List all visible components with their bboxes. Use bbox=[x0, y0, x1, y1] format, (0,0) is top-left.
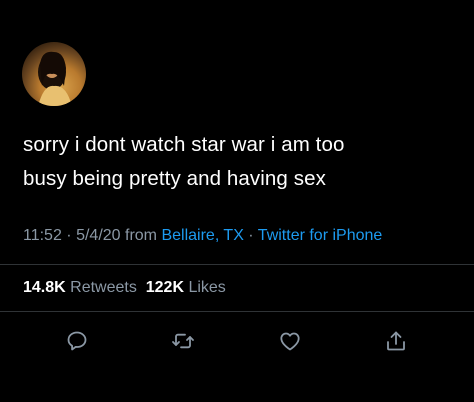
divider bbox=[0, 264, 474, 265]
tweet-text-line-2: busy being pretty and having sex bbox=[23, 167, 326, 190]
retweets-count: 14.8K bbox=[23, 279, 66, 296]
tweet-time[interactable]: 11:52 bbox=[23, 227, 62, 244]
reply-icon bbox=[67, 331, 87, 351]
engagement-stats: 14.8K Retweets 122K Likes bbox=[23, 279, 226, 297]
divider bbox=[0, 311, 474, 312]
retweets-stat[interactable]: 14.8K Retweets bbox=[23, 279, 137, 296]
likes-count: 122K bbox=[145, 279, 184, 296]
avatar-image bbox=[38, 51, 72, 106]
share-button[interactable] bbox=[381, 326, 411, 356]
like-icon bbox=[280, 332, 300, 351]
action-bar bbox=[0, 326, 474, 356]
retweets-label: Retweets bbox=[70, 279, 137, 296]
from-label: from bbox=[120, 227, 162, 244]
reply-button[interactable] bbox=[62, 326, 92, 356]
like-button[interactable] bbox=[275, 326, 305, 356]
tweet-text-line-1: sorry i dont watch star war i am too bbox=[23, 133, 345, 156]
location-link[interactable]: Bellaire, TX bbox=[161, 227, 243, 244]
likes-stat[interactable]: 122K Likes bbox=[146, 279, 226, 296]
avatar[interactable] bbox=[22, 42, 86, 106]
tweet-text: sorry i dont watch star war i am too bus… bbox=[23, 128, 453, 196]
separator: · bbox=[61, 227, 77, 244]
source-link[interactable]: Twitter for iPhone bbox=[258, 227, 383, 244]
tweet-date[interactable]: 5/4/20 bbox=[76, 227, 120, 244]
retweet-button[interactable] bbox=[168, 326, 198, 356]
separator: · bbox=[243, 227, 258, 244]
likes-label: Likes bbox=[188, 279, 226, 296]
share-icon bbox=[387, 331, 405, 351]
tweet-metadata: 11:52 · 5/4/20 from Bellaire, TX · Twitt… bbox=[23, 227, 382, 245]
retweet-icon bbox=[172, 333, 194, 349]
